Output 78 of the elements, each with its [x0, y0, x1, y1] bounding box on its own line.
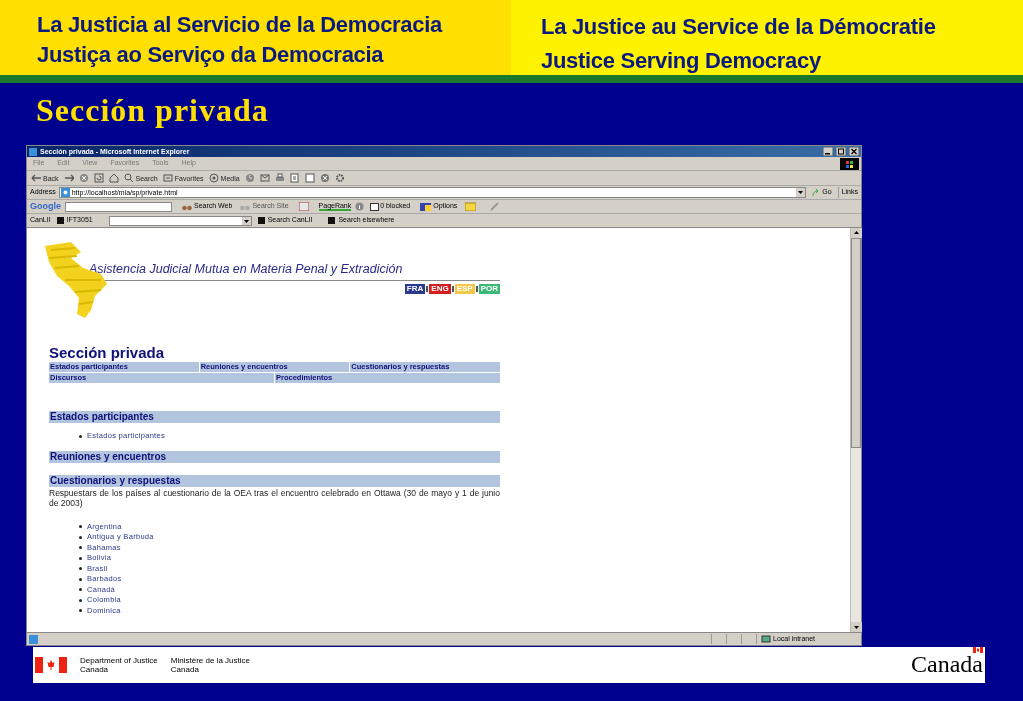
stop-icon [78, 173, 89, 183]
printer-icon [274, 173, 285, 183]
dropdown-icon [796, 188, 806, 197]
document-icon [289, 173, 300, 183]
bullet-icon [79, 567, 82, 570]
bullet-icon [79, 556, 82, 560]
toolbar-button[interactable] [259, 173, 270, 183]
toolbar-button[interactable] [289, 173, 300, 183]
forward-arrow-icon [63, 173, 74, 183]
ie-icon [29, 147, 37, 156]
square-icon [328, 217, 336, 224]
clock-icon [244, 173, 255, 183]
refresh-icon [93, 173, 104, 183]
section-header: Cuestionarios y respuestas [49, 475, 500, 488]
toolbar-button[interactable] [78, 173, 89, 183]
bullet-icon [79, 598, 82, 602]
bullet-icon [79, 525, 82, 528]
canada-wordmark: Canada [911, 650, 983, 677]
dropdown-field[interactable] [108, 215, 252, 226]
google-logo: Google [30, 199, 61, 213]
bullet-icon [79, 609, 82, 612]
language-link[interactable]: FRA [404, 283, 426, 294]
ie-icon [60, 188, 70, 197]
info-icon[interactable] [355, 202, 365, 211]
bullet-icon [79, 535, 82, 539]
bullet-icon [79, 546, 82, 549]
slide-title: Sección privada [35, 91, 270, 130]
department-name: Department of Justice [80, 656, 158, 665]
section-paragraph: Respuestars de los países al cuestionario de la OEA tras el encuentro celebrado en Ottawa (30 de mayo y 1 de junio de 2003) [49, 488, 500, 509]
arrow-icon [812, 188, 821, 197]
canada-flag-icon [35, 657, 67, 673]
toolbar-button[interactable] [334, 173, 345, 183]
department-name: Canada [80, 665, 110, 674]
options-icon [420, 202, 432, 211]
header-line: La Justicia al Servicio de la Democracia [37, 11, 444, 39]
network-icon [761, 634, 771, 644]
windows-logo-icon [840, 158, 859, 170]
pencil-icon[interactable] [490, 202, 500, 211]
maximize-icon[interactable] [836, 147, 846, 156]
media-icon [208, 173, 219, 183]
page-heading: Sección privada [49, 343, 166, 362]
language-link[interactable]: ENG [429, 283, 451, 294]
gear-icon [334, 173, 345, 183]
toolbar-button[interactable] [108, 173, 119, 183]
header-line: La Justice au Service de la Démocratie [541, 13, 937, 41]
mail-icon [259, 173, 270, 183]
home-icon [108, 173, 119, 183]
scrollbar-thumb[interactable] [851, 238, 861, 448]
search-icon [123, 173, 134, 183]
toolbar-button[interactable] [93, 173, 104, 183]
page-icon [29, 634, 38, 644]
bullet-icon [79, 434, 82, 438]
toolbar-button[interactable] [274, 173, 285, 183]
bullet-icon [79, 577, 82, 581]
square-icon [56, 217, 64, 224]
header-line: Justice Serving Democracy [541, 47, 822, 75]
site-banner: Asistencia Judicial Mutua en Materia Penal y Extradición [89, 260, 500, 281]
toolbar-button[interactable] [244, 173, 255, 183]
circle-icon [319, 173, 330, 183]
header-line: Justiça ao Serviço da Democracia [37, 41, 385, 69]
flag-icon [973, 646, 983, 653]
window-icon [370, 202, 380, 211]
page-icon [304, 173, 315, 183]
toolbar-button[interactable] [304, 173, 315, 183]
toolbar-button[interactable] [63, 173, 74, 183]
search-field[interactable] [65, 201, 172, 212]
department-name: Ministère de la Justice [170, 656, 250, 665]
section-header: Estados participantes [49, 410, 500, 423]
back-arrow-icon [31, 173, 41, 183]
toolbar-button[interactable] [319, 173, 330, 183]
dropdown-icon [241, 216, 251, 225]
close-icon[interactable] [849, 147, 859, 156]
square-icon [257, 217, 265, 224]
minimize-icon[interactable] [823, 147, 833, 156]
scrollbar[interactable] [850, 228, 861, 632]
department-name: Canada [170, 665, 200, 674]
bullet-icon [79, 588, 82, 591]
section-header: Reuniones y encuentros [49, 451, 500, 464]
